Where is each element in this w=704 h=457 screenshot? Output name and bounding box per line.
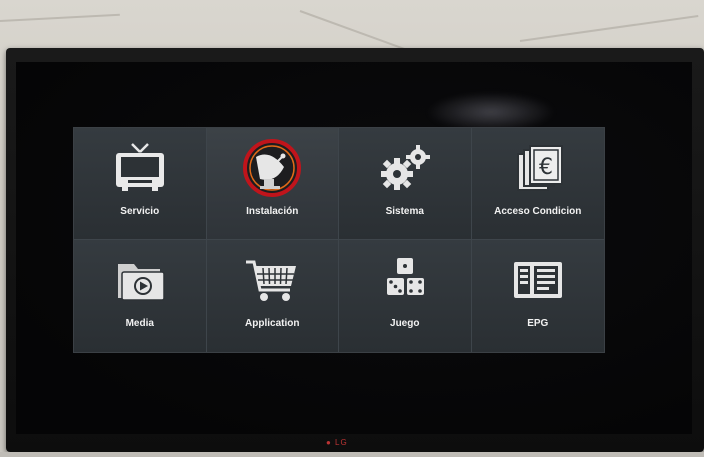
ceiling-beam	[0, 13, 120, 22]
menu-item-label: Media	[125, 318, 154, 329]
tv-icon	[108, 140, 172, 196]
menu-item-juego[interactable]: Juego	[339, 240, 472, 352]
menu-item-label: Sistema	[385, 206, 424, 217]
tv-brand-logo: ● LG	[326, 438, 348, 447]
ceiling-beam	[519, 14, 699, 42]
menu-item-epg[interactable]: EPG	[471, 240, 604, 352]
media-folder-icon	[108, 252, 172, 308]
menu-item-label: Instalación	[246, 206, 299, 217]
menu-item-label: Application	[245, 318, 300, 329]
menu-item-label: EPG	[527, 318, 549, 329]
shopping-cart-icon	[240, 252, 304, 308]
tv-bezel: Servicio Instalación Sistema € Acceso Co…	[6, 48, 704, 452]
gears-icon	[373, 140, 437, 196]
menu-item-instalacion[interactable]: Instalación	[206, 128, 339, 240]
tv-stand	[0, 452, 704, 457]
main-menu-grid: Servicio Instalación Sistema € Acceso Co…	[74, 128, 604, 352]
menu-item-label: Servicio	[120, 206, 160, 217]
menu-item-sistema[interactable]: Sistema	[339, 128, 472, 240]
menu-item-media[interactable]: Media	[74, 240, 207, 352]
epg-guide-icon	[506, 252, 570, 308]
satellite-dish-icon	[240, 139, 304, 197]
svg-text:€: €	[539, 155, 553, 180]
menu-item-label: Juego	[390, 318, 420, 329]
euro-card-icon: €	[506, 140, 570, 196]
menu-item-acceso-condicion[interactable]: € Acceso Condicion	[471, 128, 604, 240]
screen-glare	[426, 92, 556, 132]
tv-screen: Servicio Instalación Sistema € Acceso Co…	[16, 62, 692, 434]
menu-item-label: Acceso Condicion	[494, 206, 582, 217]
menu-item-application[interactable]: Application	[206, 240, 339, 352]
dice-icon	[373, 252, 437, 308]
menu-item-servicio[interactable]: Servicio	[74, 128, 207, 240]
